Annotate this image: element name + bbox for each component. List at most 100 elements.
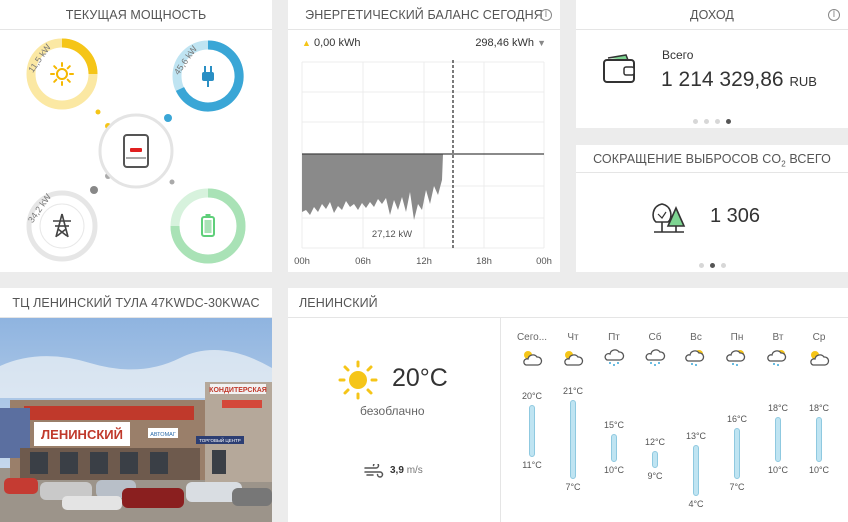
x-tick: 18h bbox=[476, 256, 492, 267]
co2-title-prefix: СОКРАЩЕНИЕ ВЫБРОСОВ CO bbox=[593, 152, 782, 166]
forecast-day-name: Ср bbox=[812, 332, 826, 343]
pager-dot-active[interactable] bbox=[726, 119, 731, 124]
pager-dot[interactable] bbox=[698, 263, 704, 268]
forecast-day-name: Пн bbox=[730, 332, 744, 343]
current-power-card: ТЕКУЩАЯ МОЩНОСТЬ 11,5 kW 45,6 kW 34,2 kW bbox=[0, 0, 272, 272]
x-tick: 12h bbox=[416, 256, 432, 267]
forecast-temp-bar bbox=[529, 405, 535, 457]
wind-icon bbox=[364, 464, 384, 478]
income-amount: 1 214 329,86 RUB bbox=[661, 68, 817, 92]
co2-pager[interactable] bbox=[576, 255, 848, 273]
balance-up: ▲ 0,00 kWh bbox=[302, 37, 360, 49]
energy-balance-card: ЭНЕРГЕТИЧЕСКИЙ БАЛАНС СЕГОДНЯ i ▲ 0,00 k… bbox=[288, 0, 560, 272]
forecast-low: 10°C bbox=[808, 465, 830, 476]
sun-rain-icon bbox=[685, 349, 707, 372]
info-icon[interactable]: i bbox=[540, 9, 552, 21]
energy-balance-title: ЭНЕРГЕТИЧЕСКИЙ БАЛАНС СЕГОДНЯ i bbox=[288, 0, 560, 30]
triangle-up-icon: ▲ bbox=[302, 38, 311, 48]
forecast-low: 7°C bbox=[729, 482, 745, 493]
forecast-high: 18°C bbox=[808, 402, 830, 413]
pager-dot-active[interactable] bbox=[709, 263, 715, 268]
forecast-day[interactable]: Сб 12°C 9°C bbox=[635, 332, 675, 518]
forecast-day[interactable]: Пт 15°C 10°C bbox=[594, 332, 634, 518]
forecast-day[interactable]: Вс 13°C 4°C bbox=[676, 332, 716, 518]
consumption-flow-dot bbox=[164, 114, 172, 122]
divider bbox=[500, 318, 501, 522]
wind-speed: 3,9 m/s bbox=[390, 465, 423, 476]
pager-dot[interactable] bbox=[715, 119, 720, 124]
site-title: ТЦ ЛЕНИНСКИЙ ТУЛА 47KWDC-30KWAC bbox=[0, 288, 272, 318]
forecast-high: 16°C bbox=[726, 414, 748, 425]
partly-cloudy-icon bbox=[808, 349, 830, 372]
sign-automag: АВТОМАГ bbox=[150, 432, 176, 438]
income-pager[interactable] bbox=[576, 111, 848, 129]
sign-mall: ТОРГОВЫЙ ЦЕНТР bbox=[199, 436, 241, 443]
forecast-high: 18°C bbox=[767, 402, 789, 413]
forecast-day-name: Чт bbox=[567, 332, 579, 343]
forecast-day[interactable]: Вт 18°C 10°C bbox=[758, 332, 798, 518]
forecast-high: 12°C bbox=[644, 436, 666, 447]
forecast-day-name: Вс bbox=[690, 332, 702, 343]
trees-icon bbox=[652, 203, 686, 233]
consumption-area bbox=[302, 154, 443, 220]
info-icon[interactable]: i bbox=[828, 9, 840, 21]
co2-value: 1 306 bbox=[710, 205, 761, 227]
forecast-strip: Сего... 20°C 11°C Чт 21°C 7°C Пт 15°C 10°C Сб 12°C… bbox=[512, 332, 842, 518]
energy-balance-chart[interactable]: 27,12 kW 00h 06h 12h 18h 00h bbox=[288, 52, 560, 272]
site-photo: КОНДИТЕРСКАЯ ЛЕНИНСКИЙ АВТОМАГ ТОРГОВЫЙ … bbox=[0, 318, 272, 522]
rain-cloud-icon bbox=[644, 349, 666, 372]
partly-cloudy-icon bbox=[521, 349, 543, 372]
forecast-day[interactable]: Чт 21°C 7°C bbox=[553, 332, 593, 518]
pager-dot[interactable] bbox=[693, 119, 698, 124]
income-amount-value: 1 214 329,86 bbox=[661, 68, 784, 91]
current-power-title: ТЕКУЩАЯ МОЩНОСТЬ bbox=[0, 0, 272, 30]
battery-gauge[interactable] bbox=[170, 188, 246, 264]
wind-unit: m/s bbox=[406, 465, 423, 476]
forecast-day[interactable]: Ср 18°C 10°C bbox=[799, 332, 839, 518]
battery-flow-dot bbox=[169, 179, 175, 185]
forecast-temp-bar bbox=[775, 416, 781, 463]
rain-cloud-icon bbox=[603, 349, 625, 372]
balance-down: 298,46 kWh ▼ bbox=[475, 37, 546, 49]
forecast-low: 11°C bbox=[522, 459, 542, 470]
forecast-temp-bar bbox=[693, 445, 699, 497]
sign-leninsky: ЛЕНИНСКИЙ bbox=[41, 427, 123, 442]
x-tick: 00h bbox=[536, 256, 552, 267]
forecast-temp-bar bbox=[734, 428, 740, 480]
pager-dot[interactable] bbox=[704, 119, 709, 124]
consumption-gauge[interactable]: 45,6 kW bbox=[172, 40, 244, 112]
income-label: Всего bbox=[662, 48, 694, 62]
sun-icon bbox=[338, 360, 378, 400]
forecast-low: 10°C bbox=[767, 465, 789, 476]
pager-dot[interactable] bbox=[720, 263, 726, 268]
co2-title-suffix: ВСЕГО bbox=[785, 152, 831, 166]
inverter-node[interactable] bbox=[98, 113, 174, 189]
partly-cloudy-icon bbox=[562, 349, 584, 372]
forecast-low: 4°C bbox=[688, 499, 704, 510]
balance-marker-label: 27,12 kW bbox=[372, 229, 412, 240]
x-axis-ticks: 00h 06h 12h 18h 00h bbox=[294, 256, 552, 267]
forecast-high: 20°C bbox=[521, 391, 543, 402]
forecast-temp-bar bbox=[816, 416, 822, 463]
weather-card: ЛЕНИНСКИЙ 20°C безоблачно 3,9 m/s Сего..… bbox=[288, 288, 848, 522]
forecast-day-name: Вт bbox=[772, 332, 784, 343]
forecast-temp-bar bbox=[652, 450, 658, 468]
income-title-text: ДОХОД bbox=[690, 8, 734, 22]
grid-flow-dot-2 bbox=[90, 186, 98, 194]
income-card: ДОХОД i Всего 1 214 329,86 RUB bbox=[576, 0, 848, 128]
forecast-temp-bar bbox=[611, 433, 617, 463]
forecast-low: 9°C bbox=[647, 470, 663, 481]
solar-flow-dot bbox=[95, 109, 101, 115]
forecast-high: 15°C bbox=[603, 419, 625, 430]
forecast-day-name: Пт bbox=[608, 332, 620, 343]
income-currency: RUB bbox=[789, 74, 817, 89]
weather-description: безоблачно bbox=[360, 404, 425, 418]
forecast-day[interactable]: Сего... 20°C 11°C bbox=[512, 332, 552, 518]
forecast-high: 13°C bbox=[685, 431, 707, 442]
forecast-high: 21°C bbox=[562, 385, 584, 396]
triangle-down-icon: ▼ bbox=[537, 38, 546, 48]
forecast-day[interactable]: Пн 16°C 7°C bbox=[717, 332, 757, 518]
energy-balance-title-text: ЭНЕРГЕТИЧЕСКИЙ БАЛАНС СЕГОДНЯ bbox=[305, 8, 543, 22]
grid-gauge[interactable]: 34,2 kW bbox=[26, 190, 98, 262]
solar-gauge[interactable]: 11,5 kW bbox=[26, 38, 98, 110]
